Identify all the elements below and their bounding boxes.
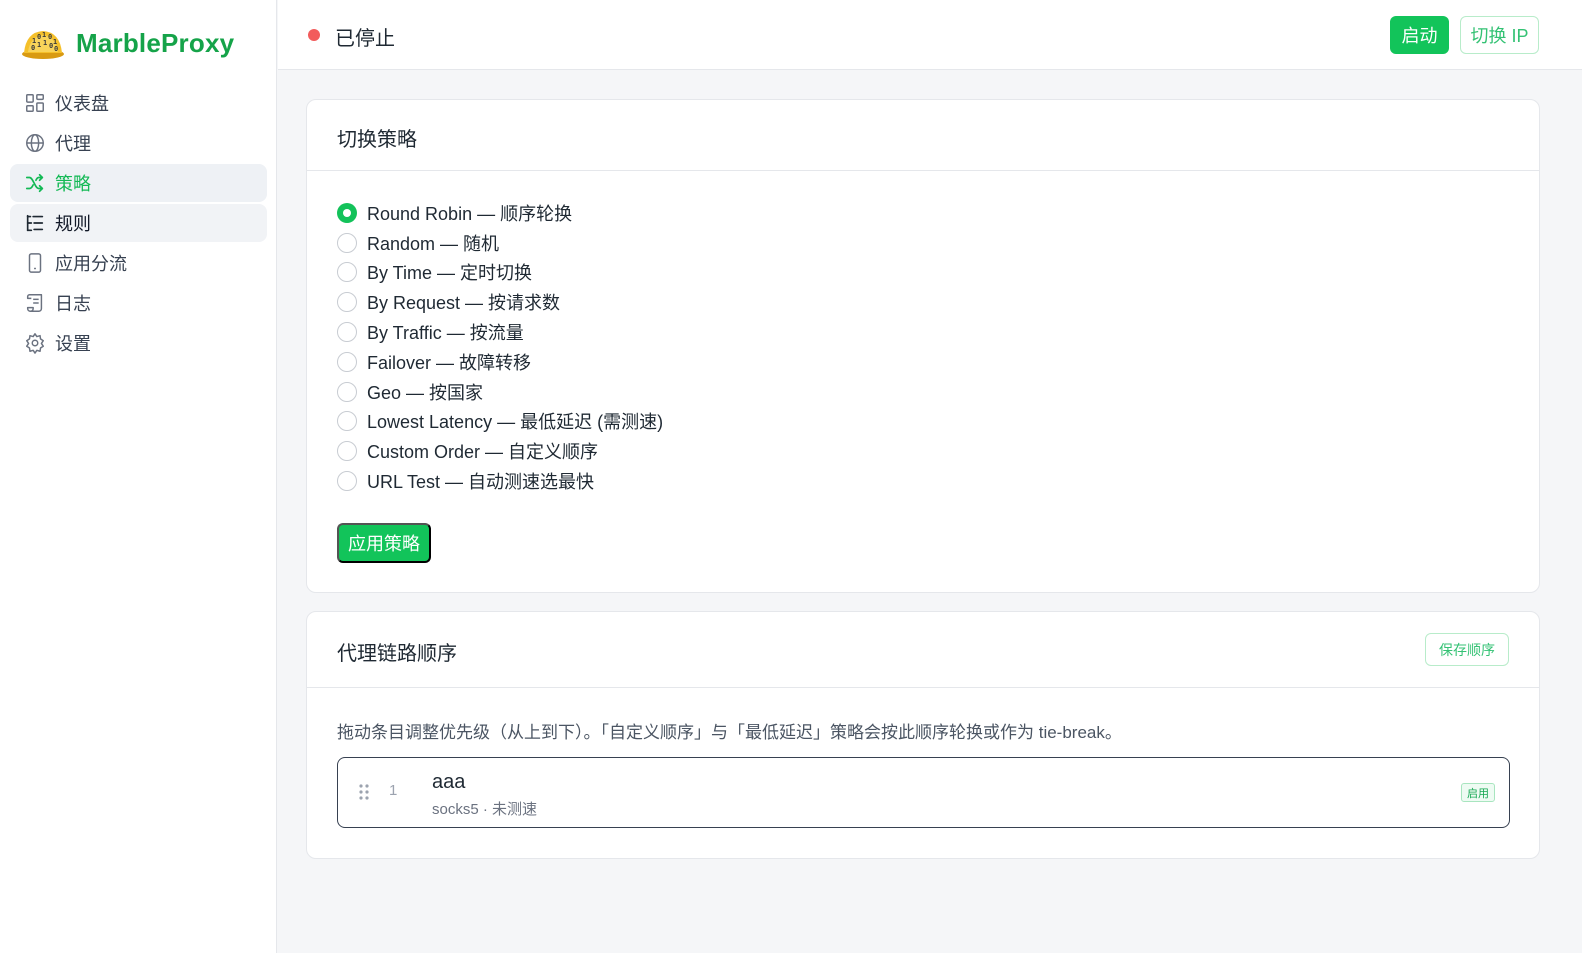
- sidebar: 101 01 011 00 MarbleProxy 仪表盘 代理 策略 规则 应…: [0, 0, 277, 953]
- strategy-option-label: By Traffic — 按流量: [367, 323, 524, 344]
- apply-strategy-button[interactable]: 应用策略: [337, 523, 431, 563]
- strategy-option-label: By Time — 定时切换: [367, 263, 533, 284]
- sidebar-item-settings[interactable]: 设置: [10, 324, 267, 362]
- strategy-option-label: Custom Order — 自定义顺序: [367, 442, 599, 463]
- drag-handle-icon[interactable]: [358, 783, 370, 801]
- proxy-chain-item[interactable]: 1 aaa socks5 · 未测速 启用: [337, 757, 1510, 828]
- scroll-icon: [23, 291, 47, 315]
- proxy-chain-index: 1: [389, 782, 398, 799]
- strategy-option-label: Round Robin — 顺序轮换: [367, 203, 573, 224]
- svg-text:1: 1: [43, 39, 47, 47]
- strategy-option-label: Geo — 按国家: [367, 382, 484, 403]
- sidebar-item-strategy[interactable]: 策略: [10, 164, 267, 202]
- strategy-option[interactable]: URL Test — 自动测速选最快: [337, 466, 663, 496]
- enabled-badge: 启用: [1461, 783, 1495, 802]
- proxy-meta: socks5 · 未测速: [432, 801, 538, 818]
- proxy-chain-hint: 拖动条目调整优先级（从上到下）。「自定义顺序」与「最低延迟」策略会按此顺序轮换或…: [337, 723, 1122, 742]
- sidebar-item-proxy[interactable]: 代理: [10, 124, 267, 162]
- strategy-option[interactable]: Random — 随机: [337, 228, 663, 258]
- shuffle-icon: [23, 171, 47, 195]
- radio-button[interactable]: [337, 232, 357, 253]
- sidebar-item-app-split[interactable]: 应用分流: [10, 244, 267, 282]
- svg-text:0: 0: [48, 33, 52, 41]
- app-name: MarbleProxy: [76, 27, 235, 58]
- status-indicator: [308, 29, 320, 41]
- sidebar-item-label: 日志: [55, 294, 91, 314]
- sidebar-item-label: 设置: [55, 334, 91, 354]
- svg-text:1: 1: [42, 31, 46, 39]
- radio-button[interactable]: [337, 292, 357, 313]
- strategy-option-label: By Request — 按请求数: [367, 293, 561, 314]
- svg-text:0: 0: [49, 42, 53, 50]
- strategy-card-header: 切换策略: [307, 100, 1539, 171]
- radio-button[interactable]: [337, 351, 357, 372]
- radio-button[interactable]: [337, 322, 357, 343]
- svg-text:0: 0: [54, 45, 58, 53]
- sidebar-item-label: 仪表盘: [55, 94, 109, 114]
- proxy-chain-title: 代理链路顺序: [337, 643, 457, 665]
- start-button[interactable]: 启动: [1390, 16, 1449, 54]
- svg-text:0: 0: [31, 44, 35, 52]
- sidebar-item-dashboard[interactable]: 仪表盘: [10, 84, 267, 122]
- marble-logo-icon: 101 01 011 00: [22, 31, 64, 59]
- strategy-option[interactable]: Failover — 故障转移: [337, 347, 663, 377]
- strategy-option[interactable]: Geo — 按国家: [337, 377, 663, 407]
- strategy-option[interactable]: By Time — 定时切换: [337, 258, 663, 288]
- brand[interactable]: 101 01 011 00 MarbleProxy: [20, 26, 234, 60]
- proxy-chain-card: 代理链路顺序 保存顺序 拖动条目调整优先级（从上到下）。「自定义顺序」与「最低延…: [306, 611, 1540, 859]
- proxy-chain-card-header: 代理链路顺序 保存顺序: [307, 612, 1539, 688]
- sidebar-nav: 仪表盘 代理 策略 规则 应用分流 日志 设置: [10, 84, 267, 364]
- strategy-option-label: Random — 随机: [367, 233, 500, 254]
- radio-button[interactable]: [337, 202, 357, 223]
- dashboard-icon: [23, 91, 47, 115]
- status-text: 已停止: [335, 28, 395, 50]
- radio-button[interactable]: [337, 381, 357, 402]
- radio-button[interactable]: [337, 441, 357, 462]
- sidebar-item-logs[interactable]: 日志: [10, 284, 267, 322]
- list-tree-icon: [23, 211, 47, 235]
- svg-text:0: 0: [37, 33, 41, 41]
- strategy-card: 切换策略 Round Robin — 顺序轮换 Random — 随机 By Tim…: [306, 99, 1540, 593]
- strategy-option[interactable]: Custom Order — 自定义顺序: [337, 436, 663, 466]
- radio-button[interactable]: [337, 411, 357, 432]
- radio-button[interactable]: [337, 262, 357, 283]
- strategy-option[interactable]: Round Robin — 顺序轮换: [337, 198, 663, 228]
- strategy-option-label: Failover — 故障转移: [367, 352, 532, 373]
- strategy-radio-group: Round Robin — 顺序轮换 Random — 随机 By Time — 定…: [337, 198, 663, 496]
- strategy-option[interactable]: By Traffic — 按流量: [337, 317, 663, 347]
- gear-icon: [23, 331, 47, 355]
- radio-button[interactable]: [337, 471, 357, 492]
- proxy-name: aaa: [432, 771, 466, 793]
- sidebar-item-label: 应用分流: [55, 254, 127, 274]
- sidebar-item-label: 规则: [55, 214, 91, 234]
- switch-ip-button[interactable]: 切换 IP: [1460, 16, 1539, 54]
- strategy-option[interactable]: Lowest Latency — 最低延迟 (需测速): [337, 407, 663, 437]
- strategy-title: 切换策略: [337, 129, 417, 151]
- strategy-option-label: URL Test — 自动测速选最快: [367, 472, 595, 493]
- svg-text:1: 1: [37, 41, 41, 49]
- phone-icon: [23, 251, 47, 275]
- sidebar-item-label: 策略: [55, 174, 91, 194]
- topbar: 已停止 启动 切换 IP: [278, 0, 1582, 70]
- save-order-button[interactable]: 保存顺序: [1425, 633, 1509, 666]
- sidebar-item-rules[interactable]: 规则: [10, 204, 267, 242]
- globe-icon: [23, 131, 47, 155]
- sidebar-item-label: 代理: [55, 134, 91, 154]
- strategy-option[interactable]: By Request — 按请求数: [337, 287, 663, 317]
- strategy-option-label: Lowest Latency — 最低延迟 (需测速): [367, 412, 664, 433]
